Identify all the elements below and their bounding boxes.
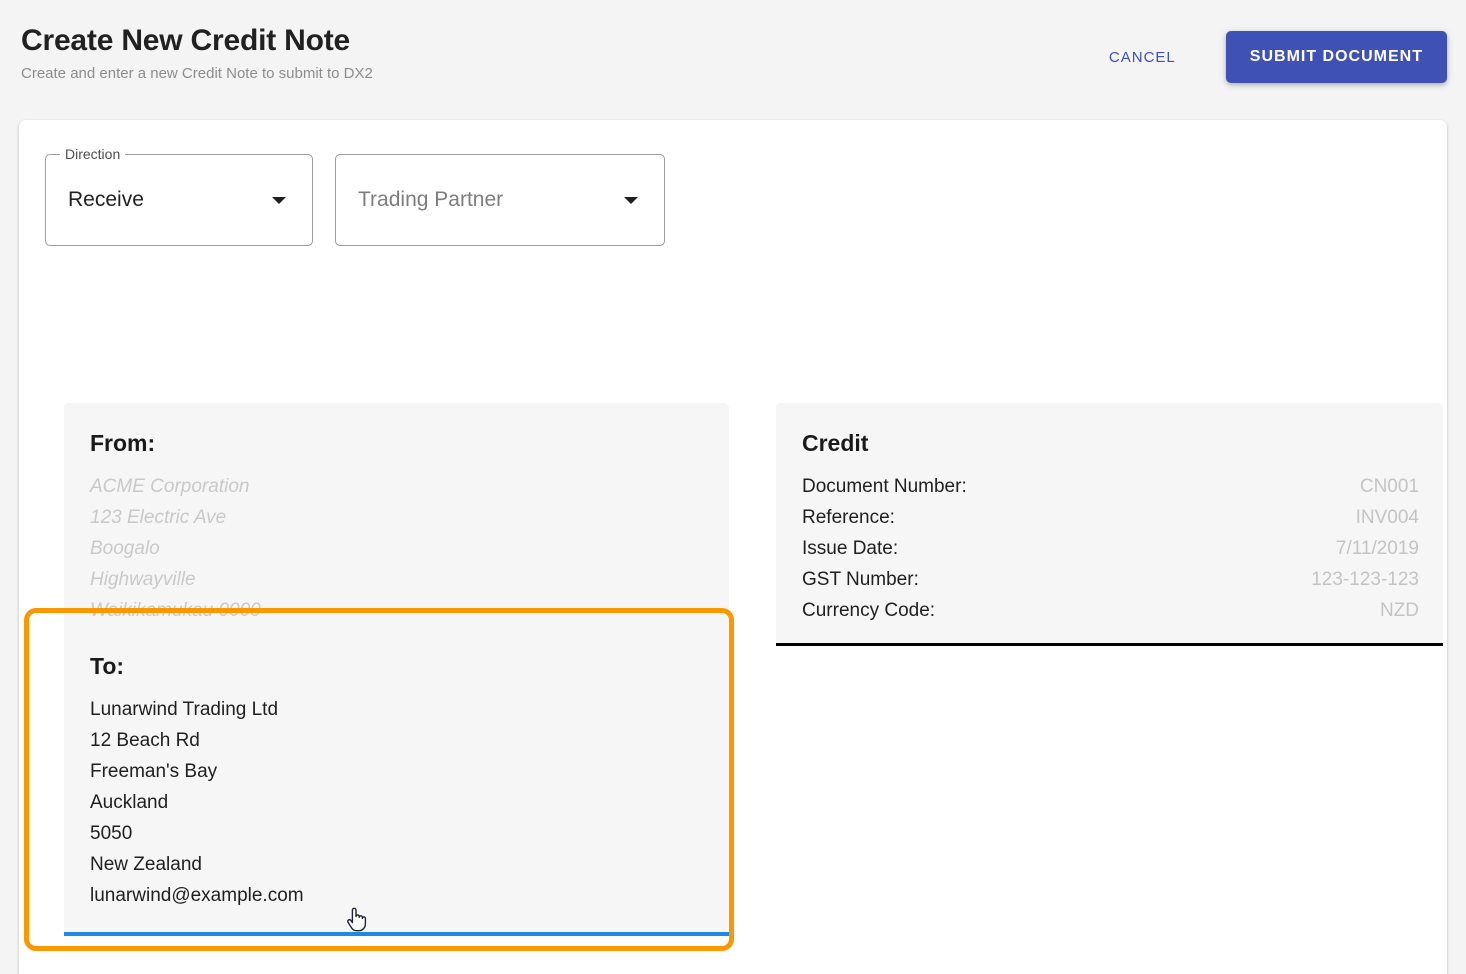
trading-partner-select[interactable]: Trading Partner — [335, 154, 665, 246]
direction-select-value: Receive — [68, 187, 144, 213]
detail-label: Issue Date: — [802, 533, 898, 564]
detail-label: Document Number: — [802, 471, 967, 502]
credit-details-panel[interactable]: Credit Document Number: CN001 Reference:… — [776, 403, 1443, 646]
detail-row: Currency Code: NZD — [802, 595, 1419, 626]
address-line: 12 Beach Rd — [90, 725, 304, 756]
form-selects-row: Direction Receive Trading Partner — [45, 154, 665, 246]
address-line: Lunarwind Trading Ltd — [90, 694, 304, 725]
detail-row: GST Number: 123-123-123 — [802, 564, 1419, 595]
detail-value: CN001 — [1360, 471, 1419, 502]
detail-label: Currency Code: — [802, 595, 935, 626]
address-line: 5050 — [90, 818, 304, 849]
credit-panel-underline — [776, 643, 1443, 646]
address-line: 123 Electric Ave — [90, 502, 309, 533]
page-title: Create New Credit Note — [21, 22, 373, 60]
address-line: New Zealand — [90, 849, 304, 880]
chevron-down-icon — [272, 197, 286, 204]
detail-value: 123-123-123 — [1311, 564, 1419, 595]
content-card: Direction Receive Trading Partner From: … — [19, 120, 1447, 974]
to-panel-heading: To: — [90, 652, 124, 680]
page-subtitle: Create and enter a new Credit Note to su… — [21, 64, 373, 84]
address-line: ACME Corporation — [90, 471, 309, 502]
direction-select[interactable]: Direction Receive — [45, 154, 313, 246]
address-line: Auckland — [90, 787, 304, 818]
trading-partner-select-placeholder: Trading Partner — [358, 187, 503, 213]
detail-value: INV004 — [1356, 502, 1419, 533]
credit-panel-heading: Credit — [802, 429, 868, 457]
detail-label: GST Number: — [802, 564, 919, 595]
to-panel-underline — [64, 932, 729, 936]
submit-document-button[interactable]: SUBMIT DOCUMENT — [1226, 31, 1447, 83]
cancel-button[interactable]: CANCEL — [1101, 41, 1184, 74]
detail-value: NZD — [1380, 595, 1419, 626]
page-header: Create New Credit Note Create and enter … — [0, 0, 1466, 120]
address-line: Highwayville — [90, 564, 309, 595]
address-line: lunarwind@example.com — [90, 880, 304, 911]
detail-row: Issue Date: 7/11/2019 — [802, 533, 1419, 564]
detail-row: Document Number: CN001 — [802, 471, 1419, 502]
chevron-down-icon — [624, 197, 638, 204]
to-address-panel[interactable]: To: Lunarwind Trading Ltd 12 Beach Rd Fr… — [64, 626, 729, 936]
direction-select-label: Direction — [60, 146, 125, 162]
credit-details-list: Document Number: CN001 Reference: INV004… — [802, 471, 1419, 626]
from-panel-heading: From: — [90, 429, 155, 457]
header-actions: CANCEL SUBMIT DOCUMENT — [1101, 31, 1447, 83]
to-address-lines: Lunarwind Trading Ltd 12 Beach Rd Freema… — [90, 694, 304, 911]
address-line: Freeman's Bay — [90, 756, 304, 787]
detail-value: 7/11/2019 — [1336, 533, 1419, 564]
detail-row: Reference: INV004 — [802, 502, 1419, 533]
page-root: Create New Credit Note Create and enter … — [0, 0, 1466, 974]
detail-label: Reference: — [802, 502, 895, 533]
address-line: Boogalo — [90, 533, 309, 564]
header-text-block: Create New Credit Note Create and enter … — [21, 22, 373, 84]
